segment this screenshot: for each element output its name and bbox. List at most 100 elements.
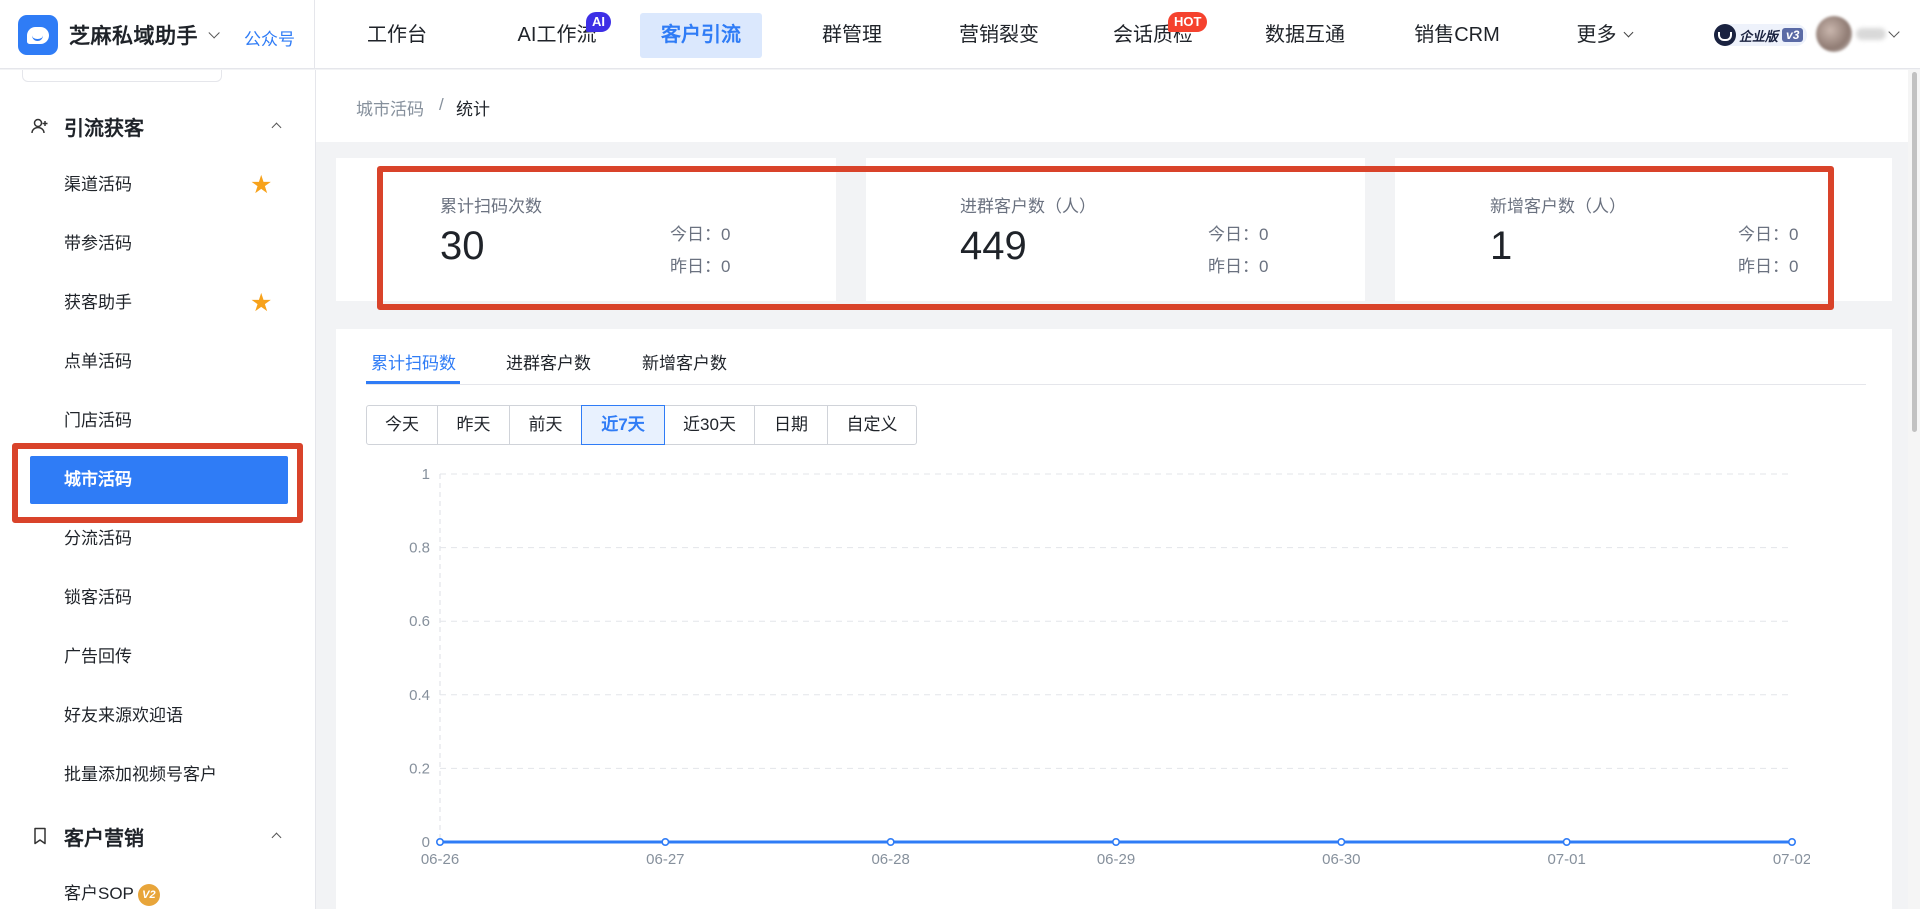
data-point [1788, 837, 1797, 846]
star-icon[interactable]: ★ [250, 291, 272, 316]
stat-today-value: 0 [721, 225, 731, 244]
range-yesterday-button[interactable]: 昨天 [437, 405, 510, 445]
nav-item-group-management[interactable]: 群管理 [792, 13, 912, 58]
stat-value: 30 [440, 224, 485, 268]
tab-joined-customers[interactable]: 进群客户数 [506, 349, 591, 374]
range-7days-button[interactable]: 近7天 [581, 405, 665, 445]
sidebar-item-batch-add-video[interactable]: 批量添加视频号客户 [30, 751, 288, 799]
range-30days-button[interactable]: 近30天 [664, 405, 755, 445]
sidebar-item-ad-callback[interactable]: 广告回传 [30, 633, 288, 681]
divider [836, 158, 866, 301]
chevron-up-icon [271, 832, 282, 843]
breadcrumb-parent[interactable]: 城市活码 [356, 95, 424, 120]
edition-badge: 企业版 v3 [1714, 24, 1808, 46]
sidebar-group-marketing[interactable]: 客户营销 [0, 816, 315, 856]
stat-today-label: 今日： [1208, 225, 1259, 244]
sidebar-item-customer-sop[interactable]: 客户SOP V2 [30, 870, 288, 909]
sidebar-group-acquisition[interactable]: 引流获客 [0, 106, 315, 146]
y-tick-label: 0.8 [409, 540, 430, 557]
date-range-selector: 今天 昨天 前天 近7天 近30天 日期 自定义 [366, 405, 917, 445]
sidebar-item-city-code[interactable]: 城市活码 [30, 456, 288, 504]
x-tick-label: 07-02 [1773, 851, 1810, 868]
nav-item-workbench[interactable]: 工作台 [340, 13, 454, 58]
page-scrollbar[interactable] [1908, 70, 1920, 909]
sidebar-item-label: 客户SOP [64, 884, 134, 903]
sidebar-group-label: 客户营销 [64, 827, 144, 850]
nav-label: 营销裂变 [959, 24, 1039, 46]
nav-label: 群管理 [822, 24, 882, 46]
tab-total-scans[interactable]: 累计扫码数 [371, 349, 456, 374]
sidebar-item-channel-code[interactable]: 渠道活码 ★ [30, 161, 288, 209]
sidebar-item-label: 点单活码 [64, 352, 132, 371]
user-name-blurred[interactable] [1856, 28, 1886, 40]
sidebar-item-label: 城市活码 [64, 470, 132, 489]
stat-label: 新增客户数（人） [1490, 197, 1626, 216]
sidebar-item-param-code[interactable]: 带参活码 [30, 220, 288, 268]
range-custom-button[interactable]: 自定义 [827, 405, 917, 445]
data-point [1337, 837, 1346, 846]
stat-label: 累计扫码次数 [440, 197, 542, 216]
nav-label: 客户引流 [661, 24, 741, 46]
stat-today-label: 今日： [670, 225, 721, 244]
sidebar-item-split-code[interactable]: 分流活码 [30, 515, 288, 563]
chevron-down-icon[interactable] [1888, 26, 1900, 38]
nav-item-more[interactable]: 更多 [1544, 13, 1664, 58]
breadcrumb-current: 统计 [456, 100, 490, 119]
x-tick-label: 07-01 [1547, 851, 1585, 868]
sidebar-item-label: 分流活码 [64, 529, 132, 548]
brand-switcher[interactable]: 芝麻私域助手 [18, 15, 220, 55]
sidebar-item-order-code[interactable]: 点单活码 [30, 338, 288, 386]
sidebar-item-source-welcome[interactable]: 好友来源欢迎语 [30, 692, 288, 740]
stat-yesterday-label: 昨日： [1208, 257, 1259, 276]
nav-label: AI工作流 [517, 24, 597, 46]
star-icon[interactable]: ★ [250, 173, 272, 198]
sidebar: 引流获客 渠道活码 ★ 带参活码 获客助手 ★ 点单活码 门店活码 城市活码 分流活… [0, 70, 316, 909]
nav-item-sales-crm[interactable]: 销售CRM [1392, 13, 1522, 58]
nav-label: 数据互通 [1265, 24, 1345, 46]
brand-name: 芝麻私域助手 [69, 25, 198, 48]
nav-item-session-qc[interactable]: 会话质检 HOT [1088, 12, 1218, 58]
range-day-before-button[interactable]: 前天 [509, 405, 582, 445]
nav-label: 更多 [1576, 24, 1617, 46]
stat-yesterday-label: 昨日： [670, 257, 721, 276]
user-avatar[interactable] [1816, 16, 1852, 52]
ai-badge: AI [586, 12, 611, 32]
y-tick-label: 0 [422, 834, 430, 851]
edition-version: v3 [1782, 28, 1804, 42]
stat-card-joined: 进群客户数（人） 449 今日：0 昨日：0 [866, 158, 1364, 301]
tab-new-customers[interactable]: 新增客户数 [642, 349, 727, 374]
sidebar-search-stub [22, 70, 222, 82]
y-tick-label: 0.6 [409, 613, 430, 630]
nav-item-customer-acquisition[interactable]: 客户引流 [640, 13, 762, 58]
sidebar-item-store-code[interactable]: 门店活码 [30, 397, 288, 445]
official-account-link[interactable]: 公众号 [244, 25, 295, 50]
y-tick-label: 0.2 [409, 760, 430, 777]
sidebar-item-acquisition-assistant[interactable]: 获客助手 ★ [30, 279, 288, 327]
nav-label: 工作台 [367, 24, 427, 46]
data-point [661, 837, 670, 846]
sidebar-item-label: 门店活码 [64, 411, 132, 430]
sidebar-item-label: 锁客活码 [64, 588, 132, 607]
sidebar-item-label: 广告回传 [64, 647, 132, 666]
stat-yesterday-value: 0 [1789, 257, 1799, 276]
sidebar-item-lock-code[interactable]: 锁客活码 [30, 574, 288, 622]
range-date-button[interactable]: 日期 [754, 405, 828, 445]
hot-badge: HOT [1168, 12, 1208, 32]
nav-item-data-sync[interactable]: 数据互通 [1240, 13, 1370, 58]
stat-yesterday-value: 0 [1259, 257, 1269, 276]
range-today-button[interactable]: 今天 [366, 405, 438, 445]
nav-item-ai-workflow[interactable]: AI工作流 AI [492, 12, 622, 58]
tab-active-indicator [366, 381, 460, 384]
data-point [435, 837, 444, 846]
tab-underline-track [366, 384, 1866, 385]
stat-card-new: 新增客户数（人） 1 今日：0 昨日：0 [1395, 158, 1832, 301]
scrollbar-thumb[interactable] [1912, 72, 1917, 432]
chevron-down-icon [208, 27, 220, 39]
edition-label: 企业版 [1739, 28, 1779, 44]
stat-yesterday-value: 0 [721, 257, 731, 276]
sidebar-item-label: 好友来源欢迎语 [64, 706, 183, 725]
stat-yesterday-label: 昨日： [1738, 257, 1789, 276]
x-tick-label: 06-26 [421, 851, 459, 868]
sidebar-group-label: 引流获客 [64, 117, 144, 140]
nav-item-marketing-fission[interactable]: 营销裂变 [936, 13, 1062, 58]
